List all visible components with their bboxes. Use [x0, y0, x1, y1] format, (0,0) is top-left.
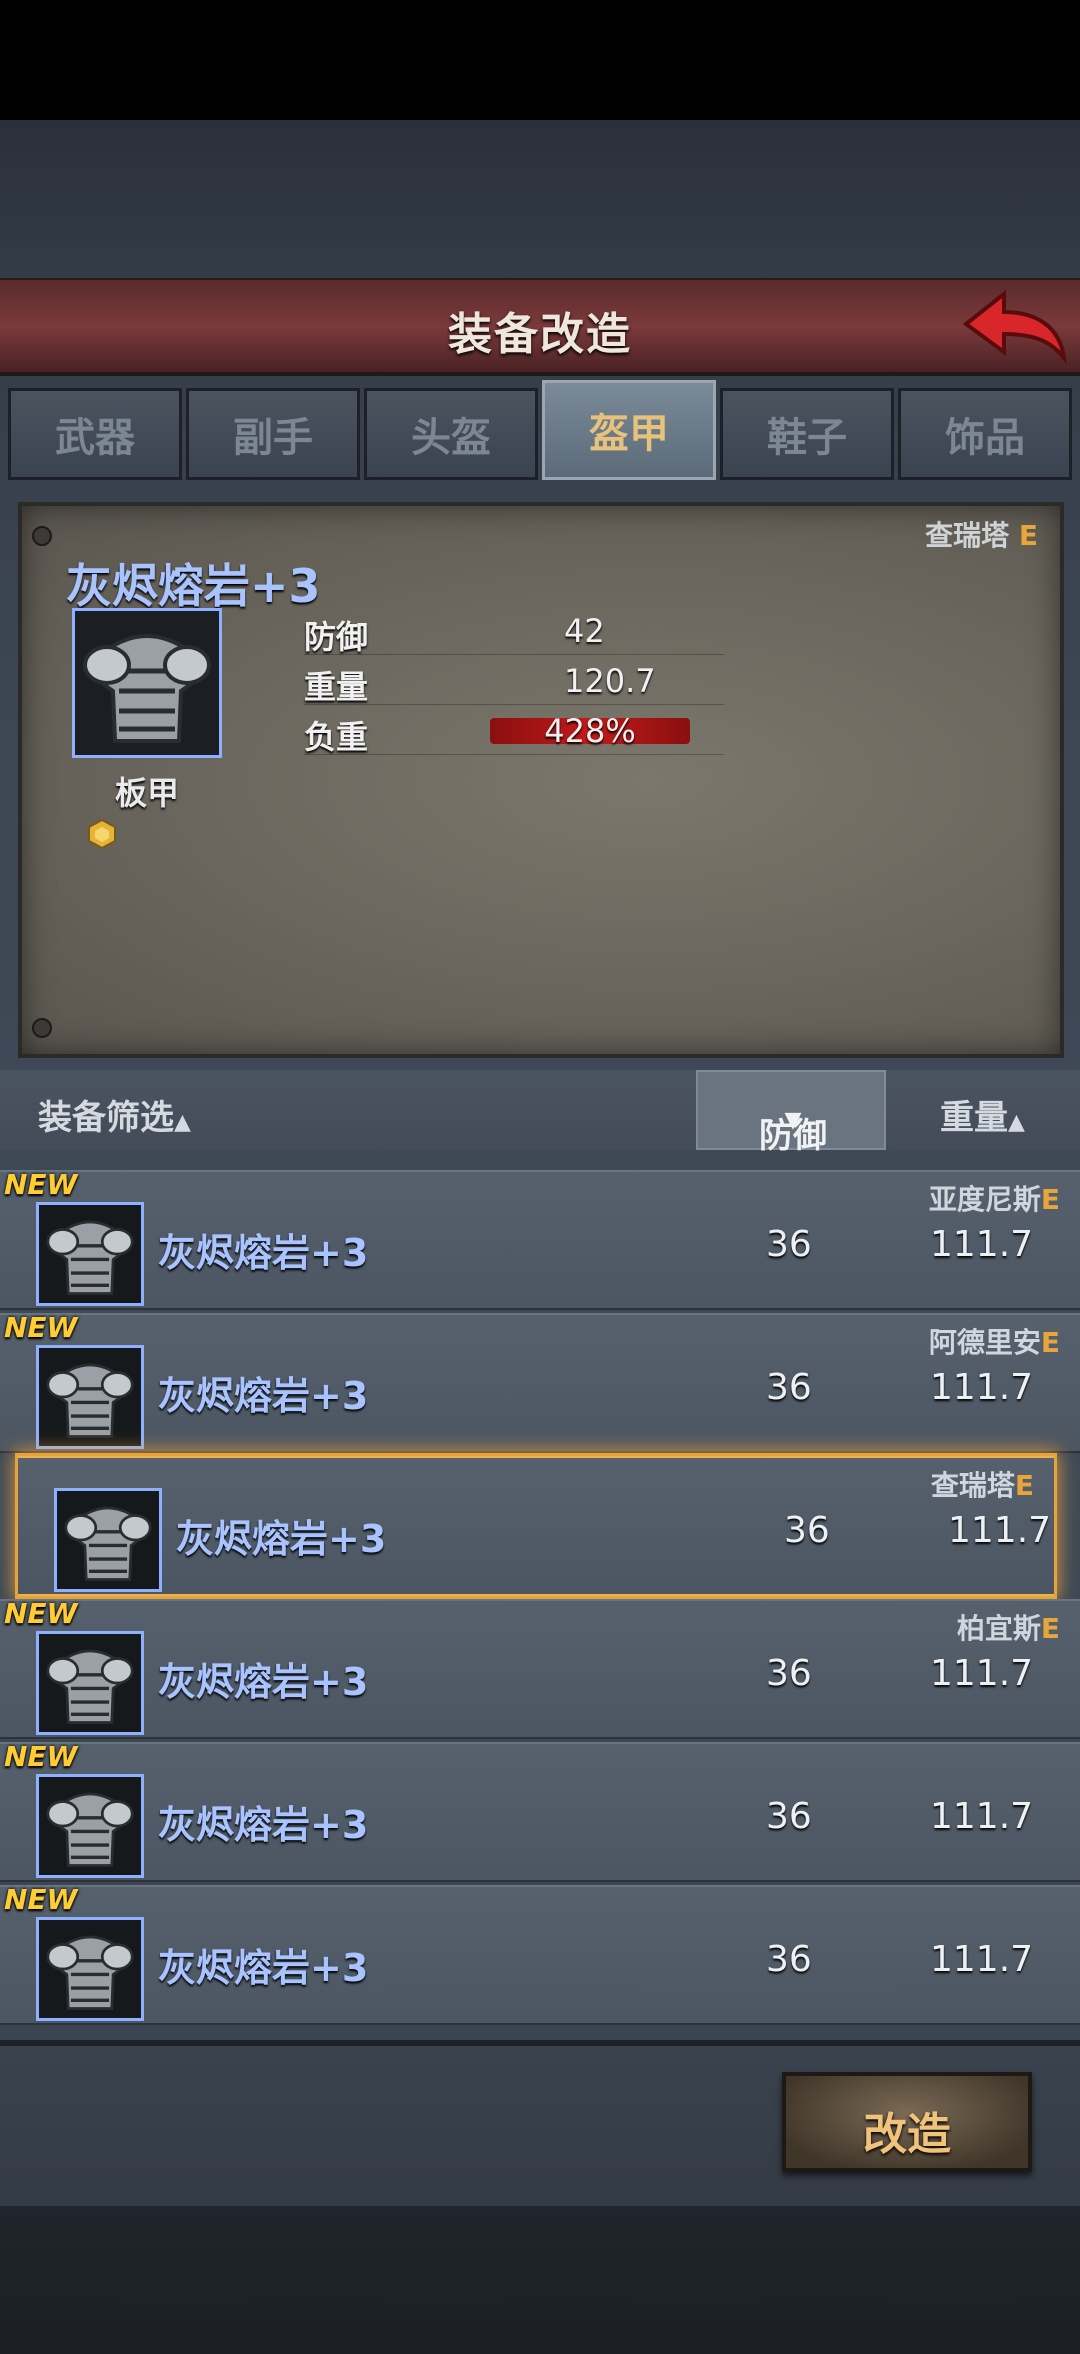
sort-weight-label: 重量	[940, 1098, 1008, 1138]
row-thumbnail	[36, 1774, 144, 1878]
filter-label: 装备筛选	[38, 1098, 174, 1138]
row-weight: 111.7	[930, 1939, 1034, 1980]
stat-label: 防御	[304, 618, 369, 656]
navigation-bar-area	[0, 2200, 1080, 2354]
stat-label: 重量	[304, 668, 369, 706]
row-item-name: 灰烬熔岩+3	[158, 1374, 369, 1418]
row-defense: 36	[784, 1510, 830, 1551]
new-badge: NEW	[4, 1740, 78, 1773]
back-button[interactable]	[960, 288, 1070, 368]
equipment-tabs: 武器 副手 头盔 盔甲 鞋子 饰品	[8, 380, 1072, 484]
owner-grade: E	[1040, 1183, 1060, 1216]
sort-up-icon: ▲	[1008, 1110, 1025, 1135]
sort-up-icon: ▲	[174, 1110, 191, 1135]
rivet-icon	[32, 1018, 52, 1038]
sort-down-icon: ▼	[784, 1108, 802, 1133]
row-owner: 亚度尼斯E	[929, 1178, 1060, 1218]
row-weight: 111.7	[930, 1653, 1034, 1694]
owner-name: 亚度尼斯	[928, 1183, 1041, 1216]
plate-armor-icon	[75, 611, 219, 755]
row-item-name: 灰烬熔岩+3	[158, 1946, 369, 1990]
row-defense: 36	[766, 1224, 812, 1265]
stat-row-weight: 重量 120.7	[304, 658, 724, 706]
armor-thumbnail	[72, 608, 222, 758]
item-owner: 查瑞塔 E	[925, 514, 1038, 554]
tab-helmet[interactable]: 头盔	[364, 388, 538, 480]
row-thumbnail	[36, 1631, 144, 1735]
tab-shoes[interactable]: 鞋子	[720, 388, 894, 480]
row-item-name: 灰烬熔岩+3	[176, 1517, 387, 1561]
stat-value: 120.7	[564, 662, 656, 700]
new-badge: NEW	[4, 1311, 78, 1344]
table-row[interactable]: 阿德里安E 灰烬熔岩+3 36 111.7 NEW	[0, 1311, 1080, 1453]
owner-name: 柏宜斯	[956, 1612, 1041, 1645]
rivet-icon	[32, 526, 52, 546]
filter-button[interactable]: 装备筛选▲	[38, 1090, 191, 1139]
plate-armor-icon	[41, 1777, 139, 1875]
row-weight: 111.7	[948, 1510, 1052, 1551]
row-weight: 111.7	[930, 1224, 1034, 1265]
plate-armor-icon	[41, 1920, 139, 2018]
owner-grade: E	[1040, 1612, 1060, 1645]
tab-armor[interactable]: 盔甲	[542, 380, 716, 480]
row-defense: 36	[766, 1653, 812, 1694]
row-defense: 36	[766, 1367, 812, 1408]
stat-value: 42	[564, 612, 605, 650]
tab-accessory[interactable]: 饰品	[898, 388, 1072, 480]
title-bar: 装备改造	[0, 278, 1080, 376]
tab-offhand[interactable]: 副手	[186, 388, 360, 480]
item-detail-panel: 查瑞塔 E 灰烬熔岩+3 板甲 防御 42 重量 120.7 负重 428%	[18, 502, 1064, 1058]
table-row[interactable]: 灰烬熔岩+3 36 111.7 NEW	[0, 1883, 1080, 2025]
stat-row-load: 负重 428%	[304, 708, 724, 756]
row-item-name: 灰烬熔岩+3	[158, 1803, 369, 1847]
row-owner: 阿德里安E	[929, 1321, 1060, 1361]
owner-grade: E	[1040, 1326, 1060, 1359]
owner-name: 查瑞塔	[925, 519, 1010, 552]
item-name: 灰烬熔岩+3	[66, 559, 321, 613]
plate-armor-icon	[59, 1491, 157, 1589]
new-badge: NEW	[4, 1597, 78, 1630]
table-row[interactable]: 亚度尼斯E 灰烬熔岩+3 36 111.7 NEW	[0, 1168, 1080, 1310]
row-defense: 36	[766, 1939, 812, 1980]
row-thumbnail	[36, 1202, 144, 1306]
item-type: 板甲	[114, 774, 179, 812]
plate-armor-icon	[41, 1348, 139, 1446]
sort-defense-button[interactable]: 防御 ▼	[696, 1070, 886, 1156]
row-thumbnail	[36, 1345, 144, 1449]
gem-slot-icon	[88, 818, 116, 850]
page-title: 装备改造	[448, 309, 632, 360]
row-owner: 查瑞塔E	[931, 1464, 1034, 1504]
stat-label: 负重	[304, 718, 369, 756]
table-row[interactable]: 查瑞塔E 灰烬熔岩+3 36 111.7	[18, 1456, 1054, 1596]
table-row[interactable]: 柏宜斯E 灰烬熔岩+3 36 111.7 NEW	[0, 1597, 1080, 1739]
row-weight: 111.7	[930, 1796, 1034, 1837]
upgrade-button[interactable]: 改造	[782, 2072, 1032, 2172]
filter-bar: 装备筛选▲ 防御 ▼ 重量▲	[0, 1070, 1080, 1156]
owner-grade: E	[1014, 1469, 1034, 1502]
stat-value: 428%	[544, 712, 636, 750]
plate-armor-icon	[41, 1205, 139, 1303]
row-thumbnail	[36, 1917, 144, 2021]
row-thumbnail	[54, 1488, 162, 1592]
table-row[interactable]: 灰烬熔岩+3 36 111.7 NEW	[0, 1740, 1080, 1882]
owner-name: 阿德里安	[928, 1326, 1041, 1359]
sort-weight-button[interactable]: 重量▲	[940, 1090, 1025, 1139]
row-defense: 36	[766, 1796, 812, 1837]
row-item-name: 灰烬熔岩+3	[158, 1660, 369, 1704]
tab-weapon[interactable]: 武器	[8, 388, 182, 480]
plate-armor-icon	[41, 1634, 139, 1732]
row-owner: 柏宜斯E	[957, 1607, 1060, 1647]
owner-name: 查瑞塔	[930, 1469, 1015, 1502]
row-item-name: 灰烬熔岩+3	[158, 1231, 369, 1275]
new-badge: NEW	[4, 1168, 78, 1201]
owner-grade: E	[1018, 519, 1038, 552]
new-badge: NEW	[4, 1883, 78, 1916]
status-bar-area	[0, 0, 1080, 120]
stat-row-defense: 防御 42	[304, 608, 724, 656]
row-weight: 111.7	[930, 1367, 1034, 1408]
back-arrow-icon	[962, 289, 1067, 366]
upgrade-label: 改造	[863, 2109, 951, 2160]
